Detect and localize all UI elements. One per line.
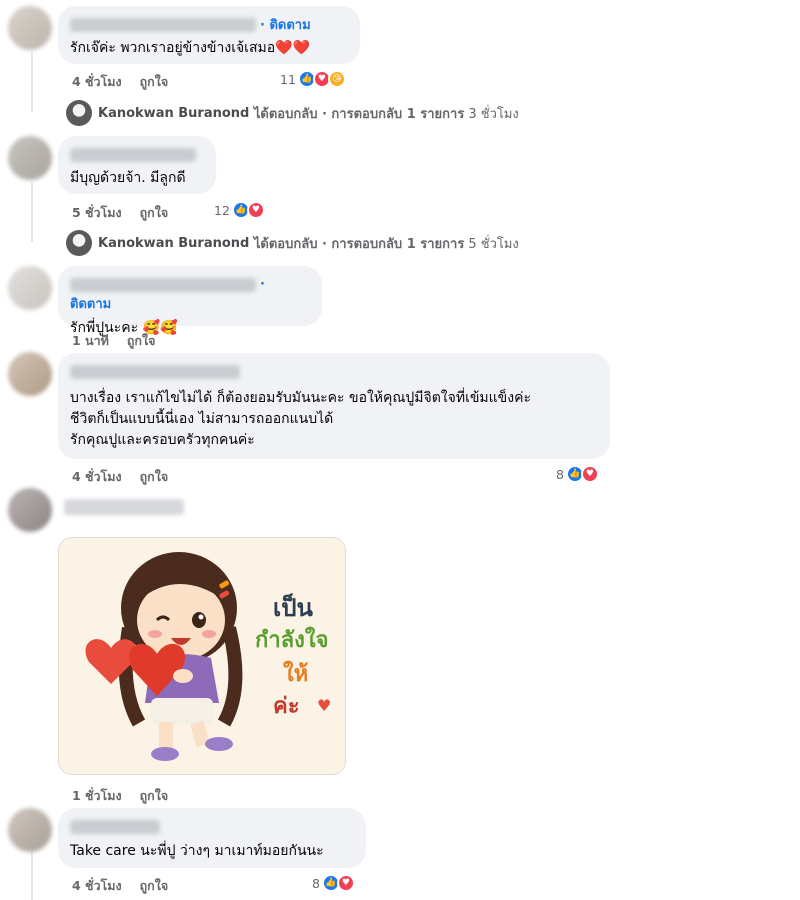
thread-line (31, 52, 33, 112)
reaction-count: 12 (214, 202, 230, 218)
reaction-count: 8 (556, 466, 564, 482)
love-reaction-icon: ♥ (336, 874, 355, 892)
reaction-summary[interactable]: 11 👍 ♥ 😘 (280, 70, 346, 88)
reaction-summary[interactable]: 12 👍 ♥ (214, 201, 265, 219)
reply-avatar (66, 230, 92, 256)
comment-bubble: · ติดตาม รักพี่ปูนะคะ 🥰🥰 (58, 266, 322, 336)
reply-avatar (66, 100, 92, 126)
like-button[interactable]: ถูกใจ (140, 72, 169, 92)
comment-time[interactable]: 5 ชั่วโมง (72, 203, 122, 223)
like-button[interactable]: ถูกใจ (127, 331, 156, 351)
comment-bubble: มีบุญด้วยจ้า. มีลูกดี (58, 136, 216, 194)
love-reaction-icon: ♥ (580, 465, 599, 483)
reaction-summary[interactable]: 8 👍 ♥ (556, 465, 599, 483)
reaction-count: 8 (312, 875, 320, 891)
comment-actions: 4 ชั่วโมง ถูกใจ (72, 876, 168, 896)
comment-text: Take care นะพี่ปู ว่างๆ มาเมาท์มอยกันนะ (70, 843, 324, 859)
avatar[interactable] (8, 266, 52, 310)
sticker-text-line4: ค่ะ (273, 694, 300, 719)
reply-author: Kanokwan Buranond (98, 235, 250, 251)
comment-actions: 1 นาที ถูกใจ (72, 331, 155, 351)
avatar[interactable] (8, 136, 52, 180)
care-reaction-icon: 😘 (327, 70, 346, 88)
comment-bubble: Take care นะพี่ปู ว่างๆ มาเมาท์มอยกันนะ (58, 808, 366, 868)
thread-line (31, 182, 33, 242)
sticker-image[interactable]: เป็น กำลังใจ ให้ ค่ะ ♥ (58, 537, 346, 775)
sticker-text-line2: กำลังใจ (255, 628, 329, 653)
like-button[interactable]: ถูกใจ (140, 876, 169, 896)
commenter-name-blurred[interactable] (70, 277, 256, 292)
reply-time: 3 ชั่วโมง (468, 106, 519, 122)
comment-actions: 4 ชั่วโมง ถูกใจ (72, 72, 168, 92)
comment-bubble: · ติดตาม รักเจ๊ค่ะ พวกเราอยู่ข้างข้างเจ้… (58, 6, 360, 64)
reply-author: Kanokwan Buranond (98, 105, 250, 121)
comment-text: มีบุญด้วยจ้า. มีลูกดี (70, 170, 186, 186)
sticker-text-line3: ให้ (283, 662, 309, 687)
reply-time: 5 ชั่วโมง (468, 236, 519, 252)
heart-icon: ♥ (317, 696, 332, 715)
comment-time[interactable]: 1 ชั่วโมง (72, 786, 122, 806)
follow-link[interactable]: · ติดตาม (260, 18, 311, 33)
like-button[interactable]: ถูกใจ (140, 786, 169, 806)
commenter-name-blurred[interactable] (70, 364, 240, 379)
like-button[interactable]: ถูกใจ (140, 467, 169, 487)
avatar[interactable] (8, 6, 52, 50)
comment-actions: 4 ชั่วโมง ถูกใจ (72, 467, 168, 487)
commenter-name-blurred[interactable] (70, 147, 196, 162)
like-button[interactable]: ถูกใจ (140, 203, 169, 223)
comment-time[interactable]: 4 ชั่วโมง (72, 72, 122, 92)
view-replies-link[interactable]: Kanokwan Buranond ได้ตอบกลับ · การตอบกลั… (66, 100, 519, 126)
reaction-count: 11 (280, 71, 296, 87)
comment-actions: 5 ชั่วโมง ถูกใจ (72, 203, 168, 223)
view-replies-link[interactable]: Kanokwan Buranond ได้ตอบกลับ · การตอบกลั… (66, 230, 519, 256)
reply-action: ได้ตอบกลับ · การตอบกลับ 1 รายการ (253, 236, 465, 252)
reaction-summary[interactable]: 8 👍 ♥ (312, 874, 355, 892)
reply-action: ได้ตอบกลับ · การตอบกลับ 1 รายการ (253, 106, 465, 122)
comment-text: บางเรื่อง เราแก้ไขไม่ได้ ก็ต้องยอมรับมัน… (70, 390, 531, 448)
comment-time[interactable]: 1 นาที (72, 331, 109, 351)
comment-text: รักเจ๊ค่ะ พวกเราอยู่ข้างข้างเจ้เสมอ❤️❤️ (70, 40, 311, 56)
commenter-name-blurred[interactable] (64, 499, 184, 515)
comment-bubble: บางเรื่อง เราแก้ไขไม่ได้ ก็ต้องยอมรับมัน… (58, 353, 610, 459)
comment-actions: 1 ชั่วโมง ถูกใจ (72, 786, 168, 806)
comment-time[interactable]: 4 ชั่วโมง (72, 467, 122, 487)
commenter-name-blurred[interactable] (70, 17, 256, 32)
comment-time[interactable]: 4 ชั่วโมง (72, 876, 122, 896)
avatar[interactable] (8, 352, 52, 396)
avatar[interactable] (8, 808, 52, 852)
avatar[interactable] (8, 488, 52, 532)
commenter-name-blurred[interactable] (70, 819, 160, 834)
love-reaction-icon: ♥ (246, 201, 265, 219)
